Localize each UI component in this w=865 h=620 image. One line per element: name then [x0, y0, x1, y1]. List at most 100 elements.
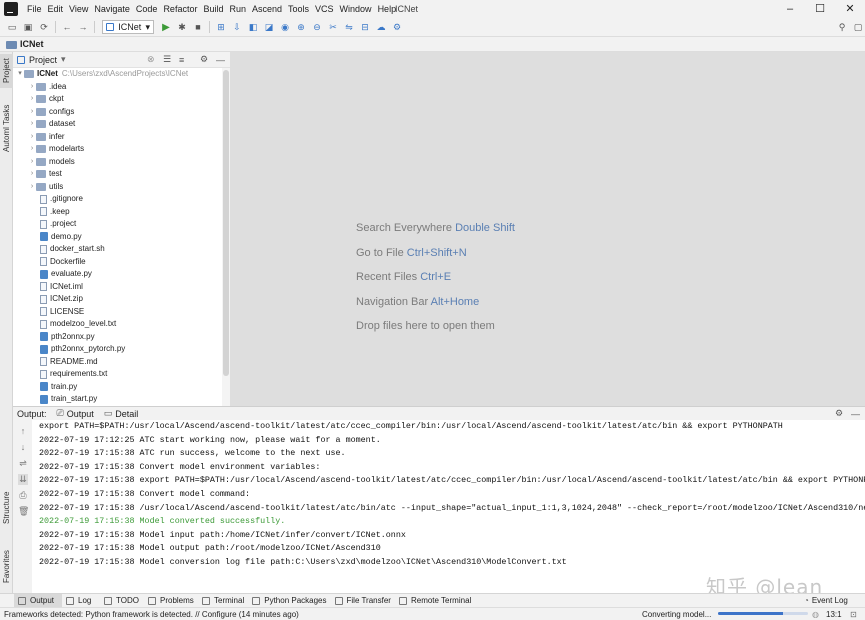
- scroll-to-end-icon[interactable]: ⇊: [18, 474, 28, 485]
- tree-file[interactable]: train_start.py: [40, 393, 97, 406]
- locate-icon[interactable]: ⊗: [147, 54, 155, 65]
- chevron-right-icon[interactable]: ›: [28, 168, 36, 181]
- tab-output[interactable]: ⎚ Output: [57, 408, 94, 419]
- save-icon[interactable]: ▣: [20, 19, 36, 35]
- chevron-down-icon[interactable]: ▾: [61, 54, 66, 65]
- menu-item-view[interactable]: View: [66, 0, 91, 18]
- lock-icon[interactable]: ⊡: [850, 610, 857, 619]
- gear-icon[interactable]: ⚙: [200, 54, 208, 65]
- tab-detail[interactable]: ▭ Detail: [104, 408, 139, 419]
- tree-file[interactable]: LICENSE: [40, 306, 84, 319]
- tree-file[interactable]: requirements.txt: [40, 368, 107, 381]
- tab-file-transfer[interactable]: File Transfer: [331, 594, 395, 608]
- tab-log[interactable]: Log: [62, 594, 100, 608]
- minimize-button[interactable]: –: [775, 0, 805, 18]
- automl-tasks-tab[interactable]: Automl Tasks: [0, 100, 13, 156]
- ascend-new-icon[interactable]: ⊞: [213, 19, 229, 35]
- tree-folder[interactable]: › infer: [28, 131, 65, 144]
- profiler-icon[interactable]: ◉: [277, 19, 293, 35]
- model-convert-icon[interactable]: ◪: [261, 19, 277, 35]
- hide-icon[interactable]: —: [851, 409, 860, 419]
- chevron-right-icon[interactable]: ›: [28, 106, 36, 119]
- down-arrow-icon[interactable]: ↓: [18, 442, 28, 452]
- operator-icon[interactable]: ✂: [325, 19, 341, 35]
- tree-file[interactable]: ICNet.zip: [40, 293, 83, 306]
- menu-item-navigate[interactable]: Navigate: [91, 0, 133, 18]
- analysis-icon[interactable]: ⊖: [309, 19, 325, 35]
- tree-folder[interactable]: › configs: [28, 106, 74, 119]
- up-arrow-icon[interactable]: ↑: [18, 426, 28, 436]
- favorites-tab[interactable]: Favorites: [0, 544, 13, 590]
- tree-folder[interactable]: › dataset: [28, 118, 75, 131]
- menu-item-ascend[interactable]: Ascend: [249, 0, 285, 18]
- tree-folder[interactable]: › test: [28, 168, 62, 181]
- close-button[interactable]: ✕: [835, 0, 865, 18]
- menu-item-edit[interactable]: Edit: [45, 0, 67, 18]
- back-icon[interactable]: ←: [59, 19, 75, 35]
- chevron-right-icon[interactable]: ›: [28, 118, 36, 131]
- tree-folder[interactable]: › models: [28, 156, 75, 169]
- chevron-right-icon[interactable]: ›: [28, 143, 36, 156]
- ascend-deploy-icon[interactable]: ⇩: [229, 19, 245, 35]
- tree-file[interactable]: demo.py: [40, 231, 82, 244]
- menu-item-code[interactable]: Code: [133, 0, 161, 18]
- chevron-right-icon[interactable]: ›: [28, 156, 36, 169]
- cancel-task-icon[interactable]: ◍: [812, 610, 819, 619]
- clear-all-icon[interactable]: 🗑: [18, 506, 29, 517]
- tree-file[interactable]: .gitignore: [40, 193, 83, 206]
- status-message[interactable]: Frameworks detected: Python framework is…: [4, 610, 299, 619]
- search-icon[interactable]: ⚲: [834, 19, 850, 35]
- tree-file[interactable]: .keep: [40, 206, 70, 219]
- tree-file[interactable]: train.py: [40, 381, 77, 394]
- maximize-button[interactable]: ☐: [805, 0, 835, 18]
- chevron-right-icon[interactable]: ›: [28, 81, 36, 94]
- menu-item-file[interactable]: File: [24, 0, 45, 18]
- print-icon[interactable]: ⎙: [18, 490, 28, 501]
- hide-icon[interactable]: —: [216, 55, 225, 65]
- tree-folder[interactable]: › ckpt: [28, 93, 64, 106]
- window-icon[interactable]: ▢: [850, 19, 865, 35]
- tree-file[interactable]: README.md: [40, 356, 98, 369]
- tree-file[interactable]: evaluate.py: [40, 268, 92, 281]
- model-zoo-icon[interactable]: ⊕: [293, 19, 309, 35]
- debug-icon[interactable]: ✱: [174, 19, 190, 35]
- tree-file[interactable]: modelzoo_level.txt: [40, 318, 116, 331]
- gear-icon[interactable]: ⚙: [835, 408, 843, 419]
- tree-root[interactable]: ▾ ICNet C:\Users\zxd\AscendProjects\ICNe…: [16, 68, 188, 81]
- tree-file[interactable]: pth2onnx_pytorch.py: [40, 343, 125, 356]
- structure-tab[interactable]: Structure: [0, 486, 13, 530]
- chevron-right-icon[interactable]: ›: [28, 93, 36, 106]
- tree-scrollbar[interactable]: [222, 68, 230, 406]
- caret-position[interactable]: 13:1: [826, 610, 842, 619]
- tree-file[interactable]: .project: [40, 218, 76, 231]
- project-panel-title[interactable]: Project: [29, 55, 57, 65]
- menu-item-tools[interactable]: Tools: [285, 0, 312, 18]
- menu-item-refactor[interactable]: Refactor: [160, 0, 200, 18]
- chevron-right-icon[interactable]: ›: [28, 181, 36, 194]
- tab-python-packages[interactable]: Python Packages: [248, 594, 330, 608]
- tree-file[interactable]: docker_start.sh: [40, 243, 105, 256]
- event-log-button[interactable]: ◔ Event Log: [800, 594, 852, 608]
- project-tool-tab[interactable]: Project: [0, 54, 13, 88]
- editor-area[interactable]: Search Everywhere Double Shift Go to File…: [230, 52, 865, 406]
- tree-folder[interactable]: › modelarts: [28, 143, 84, 156]
- tab-todo[interactable]: TODO: [100, 594, 144, 608]
- tab-terminal[interactable]: Terminal: [198, 594, 248, 608]
- tab-problems[interactable]: Problems: [144, 594, 198, 608]
- open-folder-icon[interactable]: ▭: [4, 19, 20, 35]
- output-console[interactable]: export PATH=$PATH:/usr/local/Ascend/asce…: [32, 420, 865, 593]
- tree-file[interactable]: pth2onnx.py: [40, 331, 95, 344]
- expand-all-icon[interactable]: ☰: [163, 54, 171, 65]
- sync-icon[interactable]: ⟳: [36, 19, 52, 35]
- soft-wrap-icon[interactable]: ⇌: [18, 458, 28, 469]
- menu-item-vcs[interactable]: VCS: [312, 0, 337, 18]
- breadcrumb-project[interactable]: ICNet: [20, 39, 44, 49]
- tree-folder[interactable]: › utils: [28, 181, 63, 194]
- run-config-select[interactable]: ICNet ▾: [102, 20, 154, 34]
- settings-ascend-icon[interactable]: ⚙: [389, 19, 405, 35]
- menu-item-build[interactable]: Build: [200, 0, 226, 18]
- status-task[interactable]: Converting model...: [642, 610, 711, 619]
- tab-output[interactable]: Output: [14, 593, 62, 608]
- tree-folder[interactable]: › .idea: [28, 81, 66, 94]
- scrollbar-thumb[interactable]: [223, 70, 229, 376]
